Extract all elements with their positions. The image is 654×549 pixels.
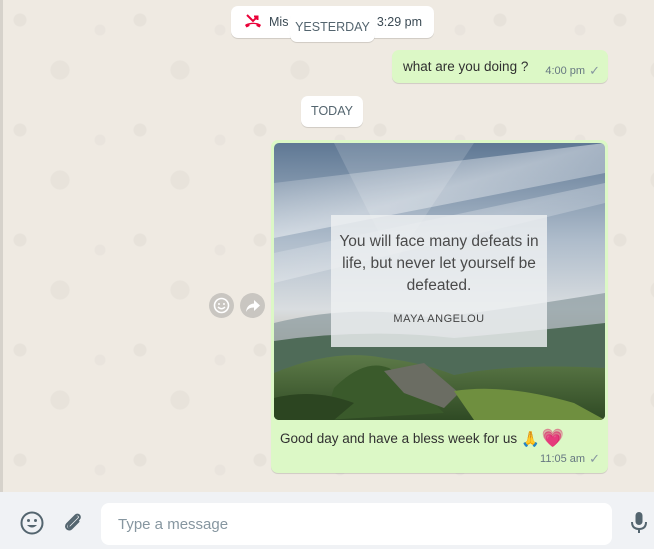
emoji-icon [20,511,44,535]
missed-call-icon [245,14,261,28]
quote-overlay: You will face many defeats in life, but … [331,215,547,347]
outgoing-image-message[interactable]: You will face many defeats in life, but … [271,140,608,473]
attach-button[interactable] [60,510,86,536]
react-icon [213,297,230,314]
quote-text: You will face many defeats in life, but … [339,233,539,294]
date-separator-yesterday: YESTERDAY [290,12,375,42]
message-time: 4:00 pm [545,65,586,77]
microphone-button[interactable] [628,510,654,536]
message-meta: 4:00 pm ✓ [545,63,600,79]
composer-bar [0,492,654,549]
forward-icon [245,299,260,312]
forward-button[interactable] [240,293,265,318]
praying-hands-emoji: 🙏 [521,429,540,448]
outgoing-message[interactable]: what are you doing ? 4:00 pm ✓ [392,50,608,83]
message-input[interactable] [101,503,612,545]
message-time: 11:05 am [540,453,586,465]
quote-author: MAYA ANGELOU [393,313,485,325]
react-button[interactable] [209,293,234,318]
single-check-icon: ✓ [589,451,600,466]
single-check-icon: ✓ [589,63,600,78]
microphone-icon [631,512,647,533]
message-meta: 11:05 am ✓ [540,451,600,467]
date-separator-today: TODAY [301,96,363,127]
heart-emoji: 💗 [541,428,565,449]
chat-background: Mis 3:29 pm YESTERDAY what are you doing… [0,0,654,492]
left-border [0,0,3,549]
caption-text: Good day and have a bless week for us [280,431,518,446]
attach-icon [65,513,81,531]
image-caption: Good day and have a bless week for us 🙏 … [280,428,564,449]
message-text: what are you doing ? [403,59,529,74]
emoji-button[interactable] [19,510,45,536]
message-image[interactable]: You will face many defeats in life, but … [274,143,605,420]
missed-call-time: 3:29 pm [376,15,422,29]
